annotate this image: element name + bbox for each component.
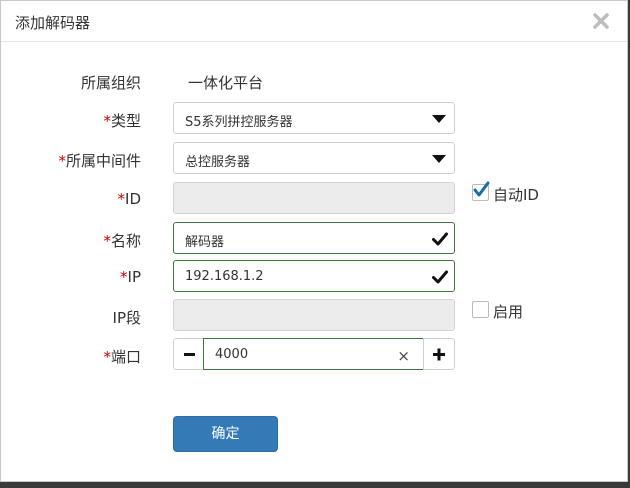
org-value: 一体化平台 <box>188 74 264 92</box>
name-input-value: 解码器 <box>185 235 225 250</box>
ip-range-input <box>173 299 455 331</box>
required-mark: * <box>103 348 111 366</box>
checkbox-box[interactable] <box>472 301 489 318</box>
ip-input[interactable]: 192.168.1.2 <box>173 260 455 292</box>
ip-row: *IP 192.168.1.2 <box>1 260 629 292</box>
port-label-text: 端口 <box>110 348 141 366</box>
clear-icon[interactable]: × <box>397 347 410 365</box>
plus-icon <box>433 348 445 361</box>
ip-range-row: IP段 启用 <box>1 299 629 331</box>
caret-down-icon <box>432 115 446 123</box>
middleware-select[interactable]: 总控服务器 <box>173 142 455 174</box>
id-input <box>173 182 455 214</box>
caret-down-icon <box>432 155 446 163</box>
middleware-row: *所属中间件 总控服务器 <box>1 142 629 174</box>
required-mark: * <box>103 112 111 130</box>
required-mark: * <box>117 190 126 208</box>
auto-id-label: 自动ID <box>493 186 539 204</box>
id-label: *ID <box>118 190 141 208</box>
required-mark: * <box>58 152 66 170</box>
minus-icon <box>184 353 195 356</box>
middleware-select-value: 总控服务器 <box>185 155 251 170</box>
ip-input-value: 192.168.1.2 <box>185 269 264 284</box>
name-input[interactable]: 解码器 <box>173 222 455 254</box>
name-label-text: 名称 <box>110 232 141 250</box>
checkmark-icon <box>432 269 448 288</box>
add-decoder-dialog: 添加解码器 所属组织 一体化平台 *类型 S5系列拼控服务器 *所属中间件 总控… <box>0 0 628 482</box>
checkbox-box[interactable] <box>472 181 490 201</box>
port-row: *端口 4000 × <box>1 338 629 370</box>
id-label-text: ID <box>125 190 141 208</box>
port-input-value: 4000 <box>215 347 249 362</box>
type-select-value: S5系列拼控服务器 <box>185 115 293 130</box>
dialog-titlebar: 添加解码器 <box>1 1 627 42</box>
id-row: *ID 自动ID <box>1 181 629 214</box>
required-mark: * <box>103 232 111 250</box>
confirm-button[interactable]: 确定 <box>173 416 278 452</box>
ip-label: *IP <box>120 268 141 286</box>
increment-button[interactable] <box>423 338 455 370</box>
type-row: *类型 S5系列拼控服务器 <box>1 102 629 134</box>
name-label: *名称 <box>103 230 141 251</box>
type-label: *类型 <box>103 110 141 131</box>
port-input[interactable]: 4000 × <box>203 338 425 370</box>
dialog-title: 添加解码器 <box>15 14 91 32</box>
required-mark: * <box>120 268 128 286</box>
middleware-label-text: 所属中间件 <box>65 152 141 170</box>
port-label: *端口 <box>103 346 141 367</box>
middleware-label: *所属中间件 <box>58 150 141 171</box>
ip-label-text: IP <box>127 268 141 286</box>
enable-label: 启用 <box>493 303 524 321</box>
close-icon[interactable] <box>591 11 611 31</box>
org-row: 所属组织 一体化平台 <box>1 64 629 96</box>
name-row: *名称 解码器 <box>1 222 629 254</box>
port-stepper: 4000 × <box>173 338 455 370</box>
checkmark-icon <box>432 231 448 250</box>
type-select[interactable]: S5系列拼控服务器 <box>173 102 455 134</box>
type-label-text: 类型 <box>110 112 141 130</box>
ip-range-label: IP段 <box>112 309 141 327</box>
decrement-button[interactable] <box>173 338 205 370</box>
org-label: 所属组织 <box>80 74 141 92</box>
